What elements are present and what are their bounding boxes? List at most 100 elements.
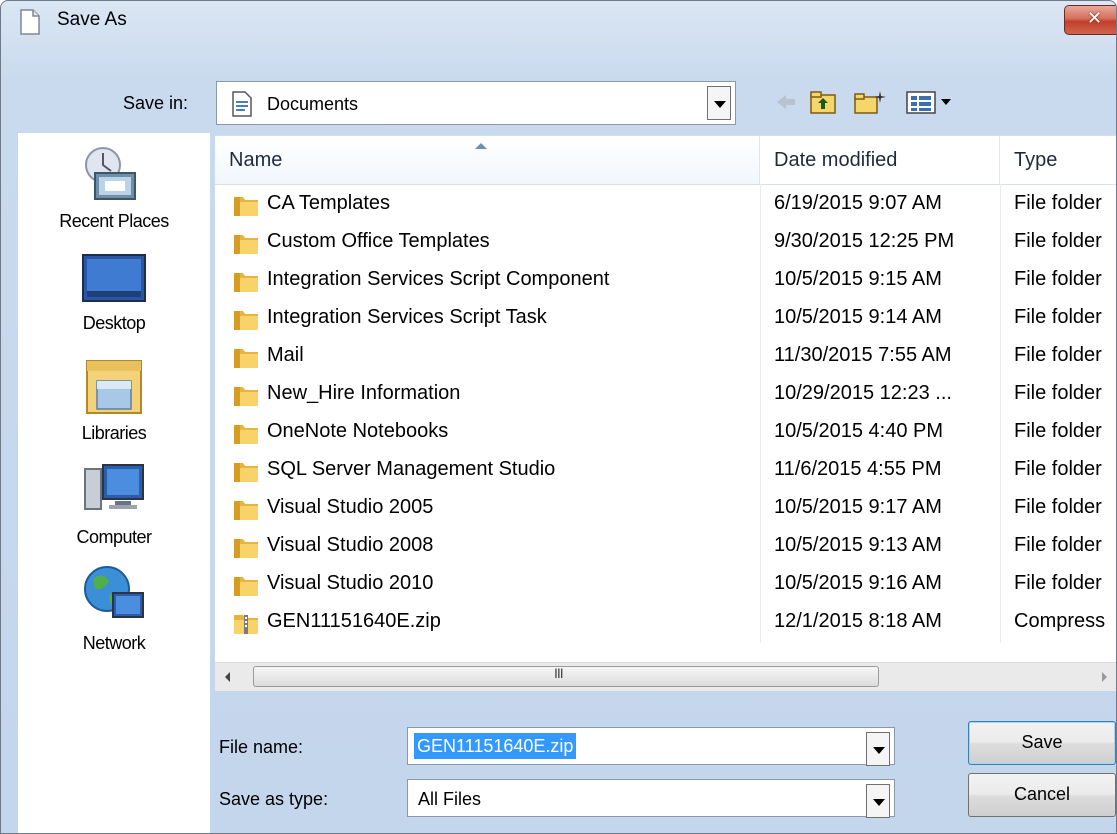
type-cell: File folder [1014, 458, 1102, 480]
save-as-dialog: Save As ✕ Save in: Documents Recent Plac… [0, 0, 1117, 834]
date-modified-cell: 10/5/2015 9:14 AM [774, 306, 942, 328]
file-name-value[interactable]: GEN11151640E.zip [414, 733, 577, 759]
type-cell: File folder [1014, 306, 1102, 328]
file-name-cell: Integration Services Script Component [267, 268, 610, 290]
file-row[interactable]: Visual Studio 2005 10/5/2015 9:17 AM File … [215, 490, 1116, 528]
sort-ascending-icon [475, 143, 487, 149]
file-row[interactable]: Visual Studio 2010 10/5/2015 9:16 AM File … [215, 566, 1116, 604]
save-button[interactable]: Save [968, 721, 1116, 765]
date-modified-cell: 10/5/2015 9:15 AM [774, 268, 942, 290]
file-name-cell: Visual Studio 2008 [267, 534, 434, 556]
folder-icon [234, 539, 258, 558]
save-in-dropdown[interactable]: Documents [216, 81, 736, 125]
place-label: Libraries [81, 423, 147, 443]
chevron-down-icon[interactable] [866, 784, 890, 818]
file-row[interactable]: Integration Services Script Task 10/5/201… [215, 300, 1116, 338]
place-libraries[interactable]: Libraries [18, 355, 210, 444]
close-button[interactable]: ✕ [1064, 5, 1116, 35]
desktop-icon [82, 254, 146, 302]
file-list[interactable]: Name Date modified Type CA Templates 6/19… [215, 135, 1116, 691]
chevron-down-icon[interactable] [707, 86, 731, 120]
folder-icon [234, 197, 258, 216]
title-bar[interactable]: Save As ✕ [1, 1, 1116, 41]
file-name-cell: New_Hire Information [267, 382, 461, 404]
place-computer[interactable]: Computer [18, 459, 210, 548]
back-arrow-icon[interactable] [773, 89, 799, 115]
file-row[interactable]: Mail 11/30/2015 7:55 AM File folder [215, 338, 1116, 376]
chevron-down-icon[interactable] [866, 732, 890, 766]
scroll-right-icon[interactable] [1094, 667, 1114, 687]
place-desktop[interactable]: Desktop [18, 251, 210, 334]
folder-icon [234, 235, 258, 254]
place-label: Computer [76, 527, 152, 547]
date-modified-cell: 10/5/2015 9:16 AM [774, 572, 942, 594]
type-cell: File folder [1014, 534, 1102, 556]
column-header-date-modified[interactable]: Date modified [760, 136, 1000, 184]
date-modified-cell: 10/5/2015 4:40 PM [774, 420, 944, 442]
window-title: Save As [57, 9, 127, 30]
folder-icon [234, 463, 258, 482]
date-modified-cell: 11/6/2015 4:55 PM [774, 458, 942, 480]
view-menu-icon[interactable] [905, 89, 957, 115]
date-modified-cell: 11/30/2015 7:55 AM [774, 344, 952, 366]
save-in-label: Save in: [123, 93, 189, 113]
file-name-label: File name: [219, 737, 304, 757]
file-name-cell: Visual Studio 2010 [267, 572, 434, 594]
documents-icon [232, 91, 252, 117]
file-row[interactable]: Custom Office Templates 9/30/2015 12:25 P… [215, 224, 1116, 262]
zip-folder-icon [234, 615, 258, 634]
folder-icon [234, 425, 258, 444]
close-icon: ✕ [1087, 8, 1103, 29]
file-name-cell: Visual Studio 2005 [267, 496, 434, 518]
place-network[interactable]: Network [18, 561, 210, 654]
folder-icon [234, 387, 258, 406]
file-row[interactable]: SQL Server Management Studio 11/6/2015 4:… [215, 452, 1116, 490]
file-row[interactable]: Visual Studio 2008 10/5/2015 9:13 AM File … [215, 528, 1116, 566]
horizontal-scrollbar[interactable]: III [215, 662, 1116, 691]
place-label: Network [82, 633, 146, 653]
file-name-cell: Mail [267, 344, 304, 366]
file-name-cell: CA Templates [267, 192, 391, 214]
file-row[interactable]: GEN11151640E.zip 12/1/2015 8:18 AM Compres… [215, 604, 1116, 642]
scrollbar-grip-icon: III [554, 665, 564, 681]
places-bar: Recent Places Desktop Libraries Computer… [18, 133, 210, 833]
type-cell: File folder [1014, 420, 1102, 442]
computer-icon [84, 464, 144, 510]
type-cell: File folder [1014, 382, 1102, 404]
date-modified-cell: 9/30/2015 12:25 PM [774, 230, 955, 252]
file-row[interactable]: CA Templates 6/19/2015 9:07 AM File folder [215, 186, 1116, 224]
new-folder-icon[interactable] [853, 89, 887, 115]
document-icon [20, 9, 40, 35]
place-recent-places[interactable]: Recent Places [18, 143, 210, 232]
column-header-type[interactable]: Type [1000, 136, 1116, 184]
up-folder-icon[interactable] [809, 89, 837, 115]
file-row[interactable]: Integration Services Script Component 10/… [215, 262, 1116, 300]
file-row[interactable]: New_Hire Information 10/29/2015 12:23 ...… [215, 376, 1116, 414]
file-row[interactable]: OneNote Notebooks 10/5/2015 4:40 PM File f… [215, 414, 1116, 452]
column-header-row: Name Date modified Type [215, 136, 1116, 185]
date-modified-cell: 10/5/2015 9:17 AM [774, 496, 942, 518]
save-as-type-value: All Files [418, 789, 482, 809]
type-cell: Compress [1014, 610, 1106, 632]
column-header-name[interactable]: Name [215, 136, 760, 184]
scrollbar-thumb[interactable]: III [253, 665, 879, 687]
file-name-cell: Integration Services Script Task [267, 306, 547, 328]
place-label: Recent Places [59, 211, 169, 231]
file-name-input[interactable]: GEN11151640E.zip [407, 727, 895, 766]
folder-icon [234, 577, 258, 596]
save-as-type-dropdown[interactable]: All Files [407, 779, 895, 818]
file-name-cell: OneNote Notebooks [267, 420, 449, 442]
folder-icon [234, 273, 258, 292]
folder-icon [234, 349, 258, 368]
save-in-value: Documents [267, 94, 359, 114]
date-modified-cell: 6/19/2015 9:07 AM [774, 192, 942, 214]
column-header-name-label: Name [229, 149, 283, 171]
type-cell: File folder [1014, 192, 1102, 214]
file-name-cell: GEN11151640E.zip [267, 610, 441, 632]
type-cell: File folder [1014, 572, 1102, 594]
network-icon [84, 566, 144, 618]
cancel-button[interactable]: Cancel [968, 773, 1116, 817]
folder-icon [234, 311, 258, 330]
scroll-left-icon[interactable] [219, 667, 239, 687]
date-modified-cell: 12/1/2015 8:18 AM [774, 610, 942, 632]
